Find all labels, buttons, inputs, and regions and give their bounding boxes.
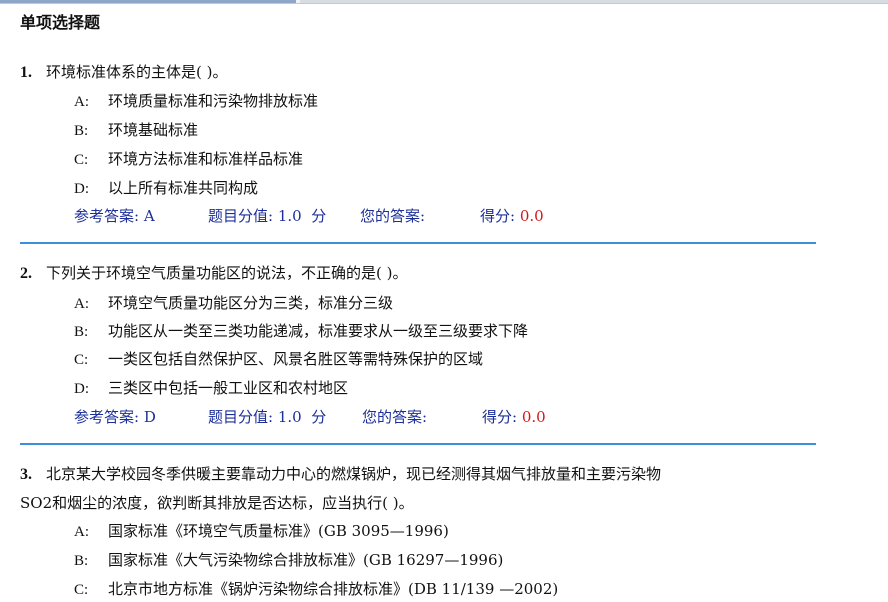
option-d: D: 三类区中包括一般工业区和农村地区 xyxy=(74,378,348,399)
question-text: 下列关于环境空气质量功能区的说法，不正确的是( )。 xyxy=(46,264,408,282)
option-text: 国家标准《环境空气质量标准》(GB 3095—1996) xyxy=(108,522,449,540)
score-earned: 得分: 0.0 xyxy=(482,407,546,427)
question-stem: 2. 下列关于环境空气质量功能区的说法，不正确的是( )。 xyxy=(20,259,780,288)
option-letter: C: xyxy=(74,582,89,598)
your-answer-label: 您的答案: xyxy=(360,207,426,225)
question-stem-line: SO2和烟尘的浓度，欲判断其排放是否达标，应当执行( )。 xyxy=(20,494,414,512)
answer-summary: 参考答案: A 题目分值: 1.0 分您的答案: 得分: 0.0 xyxy=(74,206,544,226)
answer-summary: 参考答案: D 题目分值: 1.0 分您的答案: 得分: 0.0 xyxy=(74,407,546,427)
question-stem-line: 3. 北京某大学校园冬季供暖主要靠动力中心的燃煤锅炉，现已经测得其烟气排放量和主要… xyxy=(20,460,810,489)
option-letter: A: xyxy=(74,524,89,540)
reference-answer-value: D xyxy=(143,408,156,426)
option-b: B: 功能区从一类至三类功能递减，标准要求从一级至三级要求下降 xyxy=(74,321,528,342)
your-answer-label: 您的答案: xyxy=(362,408,428,426)
option-c: C: 北京市地方标准《锅炉污染物综合排放标准》(DB 11/139 —2002) xyxy=(74,579,558,600)
option-letter: A: xyxy=(74,94,89,110)
question-number: 1. xyxy=(20,64,32,81)
option-a: A: 国家标准《环境空气质量标准》(GB 3095—1996) xyxy=(74,521,449,542)
option-letter: B: xyxy=(74,324,89,340)
option-letter: B: xyxy=(74,553,89,569)
question-divider xyxy=(20,443,816,445)
question-points: 题目分值: 1.0 分 xyxy=(208,407,362,427)
option-text: 以上所有标准共同构成 xyxy=(108,179,259,197)
your-answer: 您的答案: xyxy=(362,407,482,427)
option-c: C: 环境方法标准和标准样品标准 xyxy=(74,149,303,170)
option-b: B: 环境基础标准 xyxy=(74,120,198,141)
score-earned-value: 0.0 xyxy=(521,408,546,426)
option-a: A: 环境质量标准和污染物排放标准 xyxy=(74,91,318,112)
option-letter: B: xyxy=(74,123,89,139)
option-letter: D: xyxy=(74,181,89,197)
option-letter: C: xyxy=(74,152,89,168)
score-earned: 得分: 0.0 xyxy=(480,206,544,226)
section-title: 单项选择题 xyxy=(20,13,101,32)
option-letter: D: xyxy=(74,381,89,397)
option-text: 国家标准《大气污染物综合排放标准》(GB 16297—1996) xyxy=(108,551,504,569)
window-top-segment xyxy=(0,0,296,3)
reference-answer-label: 参考答案: xyxy=(74,207,140,225)
option-c: C: 一类区包括自然保护区、风景名胜区等需特殊保护的区域 xyxy=(74,349,483,370)
your-answer: 您的答案: xyxy=(360,206,480,226)
question-points-label: 题目分值: xyxy=(208,207,274,225)
option-text: 功能区从一类至三类功能递减，标准要求从一级至三级要求下降 xyxy=(108,322,529,340)
score-earned-label: 得分: xyxy=(480,207,516,225)
reference-answer-value: A xyxy=(143,207,155,225)
option-text: 环境基础标准 xyxy=(108,121,199,139)
option-d: D: 以上所有标准共同构成 xyxy=(74,178,258,199)
option-a: A: 环境空气质量功能区分为三类，标准分三级 xyxy=(74,293,393,314)
option-text: 一类区包括自然保护区、风景名胜区等需特殊保护的区域 xyxy=(108,350,484,368)
option-text: 三类区中包括一般工业区和农村地区 xyxy=(108,379,349,397)
option-text: 环境空气质量功能区分为三类，标准分三级 xyxy=(108,294,394,312)
option-text: 环境质量标准和污染物排放标准 xyxy=(108,92,319,110)
question-points-unit: 分 xyxy=(311,408,327,426)
question-number: 2. xyxy=(20,265,32,282)
question-text: 北京某大学校园冬季供暖主要靠动力中心的燃煤锅炉，现已经测得其烟气排放量和主要污染… xyxy=(46,465,662,483)
reference-answer: 参考答案: D xyxy=(74,407,208,427)
question-stem: 1. 环境标准体系的主体是( )。 xyxy=(20,58,780,87)
option-letter: C: xyxy=(74,352,89,368)
question-points-value: 1.0 xyxy=(277,207,302,225)
reference-answer-label: 参考答案: xyxy=(74,408,140,426)
window-top-strip xyxy=(0,0,888,4)
reference-answer: 参考答案: A xyxy=(74,206,208,226)
question-points-unit: 分 xyxy=(311,207,327,225)
question-divider xyxy=(20,242,816,244)
question-number: 3. xyxy=(20,466,32,483)
window-top-segment xyxy=(300,0,888,3)
option-b: B: 国家标准《大气污染物综合排放标准》(GB 16297—1996) xyxy=(74,550,503,571)
question-points-value: 1.0 xyxy=(277,408,302,426)
option-letter: A: xyxy=(74,296,89,312)
question-points-label: 题目分值: xyxy=(208,408,274,426)
score-earned-label: 得分: xyxy=(482,408,518,426)
question-text: 环境标准体系的主体是( )。 xyxy=(46,63,228,81)
score-earned-value: 0.0 xyxy=(519,207,544,225)
option-text: 北京市地方标准《锅炉污染物综合排放标准》(DB 11/139 —2002) xyxy=(108,580,559,598)
question-stem: 3. 北京某大学校园冬季供暖主要靠动力中心的燃煤锅炉，现已经测得其烟气排放量和主要… xyxy=(20,460,810,518)
option-text: 环境方法标准和标准样品标准 xyxy=(108,150,304,168)
question-points: 题目分值: 1.0 分 xyxy=(208,206,360,226)
